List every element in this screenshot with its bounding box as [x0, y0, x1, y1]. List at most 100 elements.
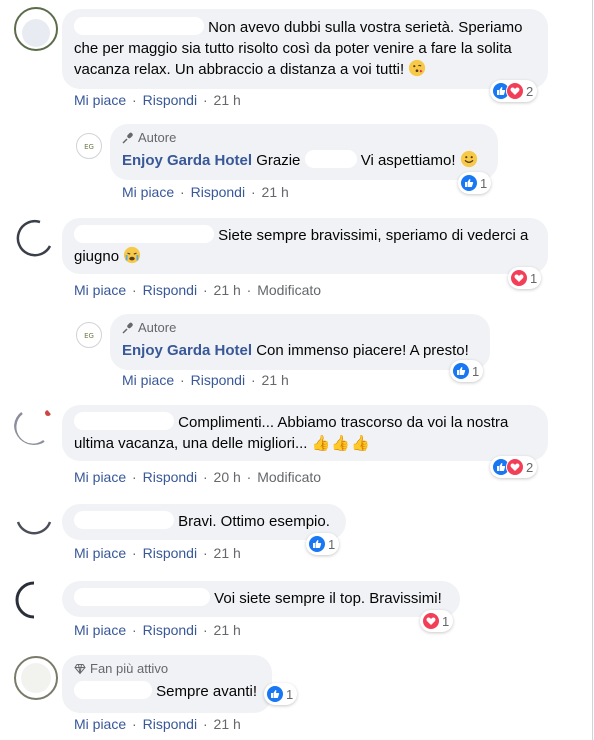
- commenter-avatar[interactable]: [14, 504, 54, 544]
- reactions-count: 1: [442, 613, 450, 629]
- microphone-icon: [122, 322, 133, 334]
- reactions-summary[interactable]: 2: [490, 456, 538, 478]
- svg-text:EG: EG: [84, 143, 94, 151]
- smiling-face-emoji-icon: [460, 150, 477, 168]
- diamond-icon: [74, 664, 86, 675]
- reactions-summary[interactable]: 1: [450, 360, 484, 382]
- reply-bubble: Autore Enjoy Garda Hotel Con immenso pia…: [110, 314, 490, 370]
- reactions-count: 1: [286, 686, 294, 702]
- comment-bubble: Voi siete sempre il top. Bravissimi!: [62, 581, 460, 617]
- love-reaction-icon: [506, 82, 524, 100]
- reactions-summary[interactable]: 2: [490, 80, 538, 102]
- comment-bubble: Bravi. Ottimo esempio.: [62, 504, 346, 540]
- page-name-link[interactable]: Enjoy Garda Hotel: [122, 342, 252, 359]
- redacted-mention[interactable]: [304, 150, 357, 168]
- crying-face-emoji-icon: [124, 246, 141, 264]
- reactions-count: 1: [472, 363, 480, 379]
- reactions-summary[interactable]: 1: [458, 172, 492, 194]
- kissing-face-emoji-icon: [409, 59, 426, 77]
- like-link[interactable]: Mi piace: [122, 184, 174, 200]
- top-fan-badge: Fan più attivo: [74, 661, 260, 677]
- reply-text-before: Grazie: [256, 152, 301, 169]
- comment-actions: Mi piace · Rispondi · 21 h: [74, 92, 241, 108]
- redacted-author-name[interactable]: [74, 511, 174, 529]
- reactions-summary[interactable]: 1: [306, 533, 340, 555]
- commenter-avatar[interactable]: [14, 7, 58, 51]
- reactions-count: 1: [328, 536, 336, 552]
- comment-bubble: Siete sempre bravissimi, speriamo di ved…: [62, 218, 548, 274]
- microphone-icon: [122, 132, 133, 144]
- like-reaction-icon: [266, 685, 284, 703]
- page-name-link[interactable]: Enjoy Garda Hotel: [122, 152, 252, 169]
- page-avatar[interactable]: EG: [76, 133, 102, 159]
- timestamp[interactable]: 21 h: [214, 622, 241, 638]
- reply-link[interactable]: Rispondi: [191, 372, 245, 388]
- reactions-summary[interactable]: 1: [264, 683, 298, 705]
- timestamp[interactable]: 21 h: [214, 716, 241, 732]
- comment-text: Bravi. Ottimo esempio.: [178, 513, 330, 530]
- like-reaction-icon: [460, 174, 478, 192]
- redacted-author-name[interactable]: [74, 225, 214, 243]
- reactions-summary[interactable]: 1: [508, 267, 542, 289]
- reply-link[interactable]: Rispondi: [143, 716, 197, 732]
- like-link[interactable]: Mi piace: [74, 622, 126, 638]
- redacted-author-name[interactable]: [74, 681, 152, 699]
- reply-text-after: Vi aspettiamo!: [360, 152, 456, 169]
- like-link[interactable]: Mi piace: [74, 545, 126, 561]
- comments-panel: Non avevo dubbi sulla vostra serietà. Sp…: [0, 0, 593, 740]
- reply-link[interactable]: Rispondi: [143, 92, 197, 108]
- redacted-author-name[interactable]: [74, 17, 204, 35]
- comment-text: Sempre avanti!: [156, 683, 258, 700]
- timestamp[interactable]: 21 h: [214, 92, 241, 108]
- commenter-avatar[interactable]: [14, 405, 54, 445]
- thumbs-up-emoji-icon: 👍👍👍: [311, 435, 371, 452]
- reactions-summary[interactable]: 1: [420, 610, 454, 632]
- reply-actions: Mi piace · Rispondi · 21 h: [122, 372, 289, 388]
- reply-link[interactable]: Rispondi: [143, 622, 197, 638]
- like-link[interactable]: Mi piace: [122, 372, 174, 388]
- reply-link[interactable]: Rispondi: [191, 184, 245, 200]
- commenter-avatar[interactable]: [14, 580, 54, 620]
- comment-bubble: Fan più attivo Sempre avanti!: [62, 655, 272, 713]
- reactions-count: 2: [526, 459, 534, 475]
- svg-text:EG: EG: [84, 332, 94, 340]
- like-link[interactable]: Mi piace: [74, 92, 126, 108]
- reactions-count: 2: [526, 83, 534, 99]
- top-fan-badge-label: Fan più attivo: [90, 661, 169, 676]
- author-badge: Autore: [122, 320, 478, 336]
- love-reaction-icon: [506, 458, 524, 476]
- comment-actions: Mi piace · Rispondi · 21 h · Modificato: [74, 282, 322, 298]
- author-badge-label: Autore: [138, 320, 177, 335]
- commenter-avatar[interactable]: [14, 218, 54, 258]
- reply-bubble: Autore Enjoy Garda Hotel Grazie Vi aspet…: [110, 124, 498, 180]
- author-badge: Autore: [122, 130, 486, 146]
- timestamp[interactable]: 21 h: [214, 545, 241, 561]
- reply-text: Con immenso piacere! A presto!: [256, 342, 469, 359]
- like-reaction-icon: [308, 535, 326, 553]
- edited-label[interactable]: Modificato: [257, 469, 321, 485]
- reply-link[interactable]: Rispondi: [143, 545, 197, 561]
- like-link[interactable]: Mi piace: [74, 282, 126, 298]
- comment-bubble: Non avevo dubbi sulla vostra serietà. Sp…: [62, 9, 548, 89]
- commenter-avatar[interactable]: [14, 656, 58, 700]
- like-link[interactable]: Mi piace: [74, 716, 126, 732]
- like-link[interactable]: Mi piace: [74, 469, 126, 485]
- redacted-author-name[interactable]: [74, 588, 210, 606]
- love-reaction-icon: [510, 269, 528, 287]
- author-badge-label: Autore: [138, 130, 177, 145]
- comment-bubble: Complimenti... Abbiamo trascorso da voi …: [62, 405, 548, 461]
- comment-text: Voi siete sempre il top. Bravissimi!: [214, 590, 442, 607]
- comment-actions: Mi piace · Rispondi · 21 h: [74, 622, 241, 638]
- timestamp[interactable]: 21 h: [262, 372, 289, 388]
- comment-actions: Mi piace · Rispondi · 21 h: [74, 716, 241, 732]
- timestamp[interactable]: 20 h: [214, 469, 241, 485]
- reply-link[interactable]: Rispondi: [143, 469, 197, 485]
- timestamp[interactable]: 21 h: [214, 282, 241, 298]
- like-reaction-icon: [452, 362, 470, 380]
- reactions-count: 1: [530, 270, 538, 286]
- edited-label[interactable]: Modificato: [257, 282, 321, 298]
- reply-link[interactable]: Rispondi: [143, 282, 197, 298]
- redacted-author-name[interactable]: [74, 412, 174, 430]
- timestamp[interactable]: 21 h: [262, 184, 289, 200]
- page-avatar[interactable]: EG: [76, 322, 102, 348]
